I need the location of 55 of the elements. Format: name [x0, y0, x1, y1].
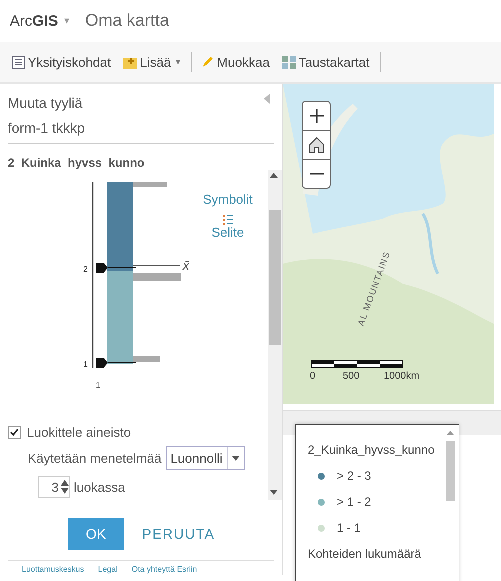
list-icon [223, 215, 233, 225]
cancel-button[interactable]: PERUUTA [138, 518, 220, 550]
legend-tab[interactable]: Selite [212, 215, 244, 240]
pencil-icon [202, 56, 214, 68]
frequency-bar [133, 273, 181, 281]
frequency-bar [133, 182, 167, 187]
basemap-button[interactable]: Taustakartat [280, 52, 372, 72]
document-icon [12, 56, 25, 68]
map-title: Oma kartta [85, 11, 170, 31]
scroll-up-icon [447, 431, 454, 435]
footer-link[interactable]: Luottamuskeskus [22, 565, 84, 574]
caret-icon [232, 456, 240, 460]
legend-label: 1 - 1 [337, 521, 362, 535]
checkbox-label: Luokittele aineisto [27, 425, 132, 440]
brand-logo[interactable]: ArcGIS [10, 12, 58, 30]
layer-name: form-1 tkkkp [8, 120, 274, 144]
footer-link[interactable]: Legal [98, 565, 118, 574]
legend-label: > 1 - 2 [337, 495, 372, 509]
spinner-arrows-icon [61, 479, 69, 495]
panel-heading: Muuta tyyliä [8, 95, 83, 111]
ok-button[interactable]: OK [68, 518, 124, 550]
plus-icon [310, 109, 324, 123]
legend-label: > 2 - 3 [337, 469, 372, 483]
class-break-handle[interactable] [96, 263, 136, 273]
symbols-tab[interactable]: Symbolit [203, 192, 253, 207]
scale-label: 0 [310, 371, 316, 382]
checkbox[interactable] [8, 426, 21, 439]
caret-icon: ▾ [176, 57, 182, 67]
caret-icon[interactable]: ▾ [64, 15, 70, 27]
add-layer-icon [123, 56, 138, 68]
home-icon [308, 136, 326, 154]
break-value: 2 [84, 265, 88, 274]
scale-label: 1000km [384, 371, 420, 382]
frequency-bar [133, 356, 160, 362]
class-count-label: luokassa [74, 480, 126, 494]
details-button[interactable]: Yksityiskohdat [10, 52, 114, 72]
footer-link[interactable]: Ota yhteyttä Esriin [132, 565, 198, 574]
break-value: 1 [84, 360, 88, 369]
method-dropdown[interactable]: Luonnolli [166, 446, 245, 470]
field-name: 2_Kuinka_hyvss_kunno [8, 156, 146, 170]
edit-button[interactable]: Muokkaa [200, 52, 272, 72]
scroll-down-icon[interactable] [270, 490, 278, 495]
method-label: Käytetään menetelmää [28, 450, 162, 466]
mean-label: x̄ [183, 258, 190, 273]
scrollbar[interactable] [268, 170, 282, 500]
scroll-up-icon[interactable] [270, 173, 278, 178]
class-count-spinner[interactable]: 3 [38, 476, 70, 498]
grid-icon [282, 56, 296, 68]
add-button[interactable]: Lisää ▾ [121, 52, 184, 72]
axis-label: 1 [96, 381, 100, 390]
minus-icon [310, 173, 324, 175]
legend-field-name: 2_Kuinka_hyvss_kunno [308, 443, 436, 457]
class-break-handle[interactable] [96, 358, 136, 368]
legend-count-title: Kohteiden lukumäärä [308, 547, 422, 561]
scale-label: 500 [343, 371, 360, 382]
